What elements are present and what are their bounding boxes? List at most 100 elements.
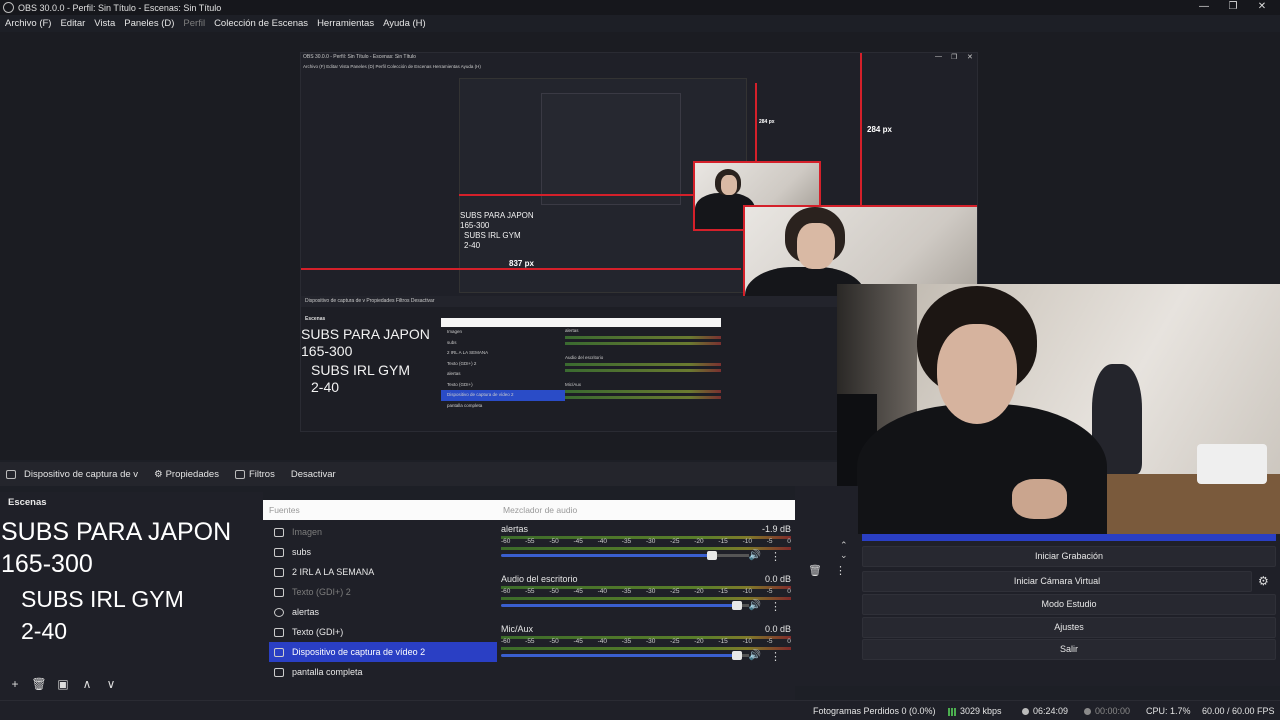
text-icon (274, 567, 284, 577)
mixer-channel: alertas -1.9 dB -60 -55 -50 -45 -40 -35 -30 -25 -2… (501, 524, 791, 572)
source-item-fullscreen[interactable]: pantalla completa (269, 662, 497, 682)
volume-slider[interactable] (501, 601, 749, 610)
menu-tools[interactable]: Herramientas (317, 18, 374, 29)
title-bar: OBS 30.0.0 - Perfil: Sin Título - Escena… (0, 0, 1280, 15)
channel-name: alertas (501, 524, 529, 534)
source-item-text-gdi[interactable]: Texto (GDI+) (269, 622, 497, 642)
menu-profile[interactable]: Perfil (183, 18, 205, 29)
guide-label-837: 837 px (509, 259, 534, 268)
source-item-image[interactable]: Imagen (269, 522, 497, 542)
guide-line-vertical (860, 53, 862, 205)
meter-tick-label: -20 (694, 638, 704, 645)
nested-source-item: Texto (GDI+) 2 (447, 360, 477, 366)
meter-tick-label: -60 (501, 538, 511, 545)
add-scene-button[interactable]: + (4, 675, 26, 693)
filter-icon (234, 469, 245, 479)
volume-knob[interactable] (732, 601, 742, 610)
close-button[interactable]: ✕ (1248, 0, 1276, 15)
virtual-camera-settings-icon[interactable]: ⚙ (1258, 574, 1269, 588)
meter-tick-label: -50 (549, 638, 559, 645)
cpu-usage: CPU: 1.7% (1146, 706, 1191, 716)
nested-mixer-channel: alertas (565, 328, 579, 333)
source-item-video-capture[interactable]: Dispositivo de captura de vídeo 2 (269, 642, 497, 662)
volume-icon[interactable]: 🔊 (749, 600, 761, 611)
spin-down-icon[interactable]: ⌄ (840, 550, 848, 561)
menu-scene-collection[interactable]: Colección de Escenas (214, 18, 308, 29)
exit-button[interactable]: Salir (862, 639, 1276, 660)
meter-tick-label: -60 (501, 588, 511, 595)
meter-tick-label: -45 (573, 538, 583, 545)
audio-mixer-panel: Mezclador de audio alertas -1.9 dB -60 -55 -… (497, 500, 795, 720)
source-item-irl[interactable]: 2 IRL A LA SEMANA (269, 562, 497, 582)
transition-menu-icon[interactable]: ⋮ (835, 564, 846, 577)
source-item-subs[interactable]: subs (269, 542, 497, 562)
move-scene-up-button[interactable]: ∧ (76, 675, 98, 693)
settings-button[interactable]: Ajustes (862, 617, 1276, 638)
stream-timer: 06:24:09 (1022, 706, 1068, 716)
channel-name: Mic/Aux (501, 624, 534, 634)
guide-line-horizontal (301, 268, 741, 270)
meter-tick-label: 0 (787, 638, 791, 645)
start-recording-button[interactable]: Iniciar Grabación (862, 546, 1276, 567)
router-object (1197, 444, 1267, 484)
camera-icon (6, 469, 16, 479)
volume-knob[interactable] (707, 551, 717, 560)
image-icon (274, 527, 284, 537)
stream-button-strip[interactable] (862, 534, 1276, 541)
start-virtual-camera-button[interactable]: Iniciar Cámara Virtual (862, 571, 1252, 592)
scene-filter-button[interactable]: ▣ (52, 675, 74, 693)
source-toolbar: Dispositivo de captura de v ⚙ Propiedade… (0, 462, 837, 486)
browser-icon (274, 607, 284, 617)
meter-tick-label: -35 (621, 638, 632, 645)
minimize-button[interactable]: — (1190, 0, 1218, 15)
menu-file[interactable]: Archivo (F) (5, 18, 51, 29)
meter-tick-label: -60 (501, 638, 511, 645)
filters-button[interactable]: Filtros (234, 469, 275, 480)
subs-overlay-text: SUBS PARA JAPON 165-300 SUBS IRL GYM 2-4… (1, 518, 232, 644)
volume-icon[interactable]: 🔊 (749, 650, 761, 661)
remove-scene-button[interactable]: 🗑 (28, 675, 50, 693)
source-item-alerts[interactable]: alertas (269, 602, 497, 622)
move-scene-down-button[interactable]: ∨ (100, 675, 122, 693)
channel-menu-icon[interactable]: ⋮ (770, 600, 781, 613)
meter-tick-label: -50 (549, 538, 559, 545)
stream-status-icon (1022, 708, 1029, 716)
nested-source-item-selected: Dispositivo de captura de vídeo 2 (441, 390, 565, 401)
scenes-button-row: + 🗑 ▣ ∧ ∨ (4, 675, 124, 693)
source-toolbar-name[interactable]: Dispositivo de captura de v (6, 469, 138, 480)
guide-line-vertical-2 (755, 83, 757, 161)
menu-bar: Archivo (F) Editar Vista Paneles (D) Per… (0, 15, 1280, 32)
mixer-header: Mezclador de audio (497, 500, 795, 520)
trash-icon[interactable]: 🗑 (808, 564, 822, 577)
maximize-button[interactable]: ❐ (1219, 0, 1247, 15)
meter-tick-label: -10 (742, 588, 752, 595)
meter-tick-label: 0 (787, 588, 791, 595)
volume-slider[interactable] (501, 551, 749, 560)
menu-help[interactable]: Ayuda (H) (383, 18, 426, 29)
channel-db: 0.0 dB (764, 574, 791, 584)
record-status-icon (1084, 708, 1091, 716)
deactivate-button[interactable]: Desactivar (291, 469, 336, 480)
scenes-panel: Escenas SUBS PARA JAPON 165-300 SUBS IRL… (0, 492, 263, 720)
meter-tick-label: -35 (621, 538, 632, 545)
menu-docks[interactable]: Paneles (D) (124, 18, 174, 29)
meter-tick-label: -15 (718, 538, 728, 545)
volume-slider[interactable] (501, 651, 749, 660)
properties-button[interactable]: ⚙ Propiedades (154, 469, 219, 480)
studio-mode-button[interactable]: Modo Estudio (862, 594, 1276, 615)
channel-menu-icon[interactable]: ⋮ (770, 650, 781, 663)
nested-source-list: Imagen subs 2 IRL A LA SEMANA Texto (GDI… (441, 318, 565, 408)
menu-edit[interactable]: Editar (60, 18, 85, 29)
volume-knob[interactable] (732, 651, 742, 660)
meter-tick-label: -25 (670, 638, 680, 645)
camera-icon (274, 647, 284, 657)
volume-icon[interactable]: 🔊 (749, 550, 761, 561)
meter-tick-label: -30 (645, 638, 656, 645)
source-item-text-gdi-2[interactable]: Texto (GDI+) 2 (269, 582, 497, 602)
menu-view[interactable]: Vista (94, 18, 115, 29)
level-meter (501, 597, 791, 600)
meter-ticks: -60 -55 -50 -45 -40 -35 -30 -25 -20 -15 -10 -5 0 (501, 538, 791, 546)
channel-db: -1.9 dB (761, 524, 791, 534)
channel-menu-icon[interactable]: ⋮ (770, 550, 781, 563)
guide-line-horizontal-2 (459, 194, 699, 196)
